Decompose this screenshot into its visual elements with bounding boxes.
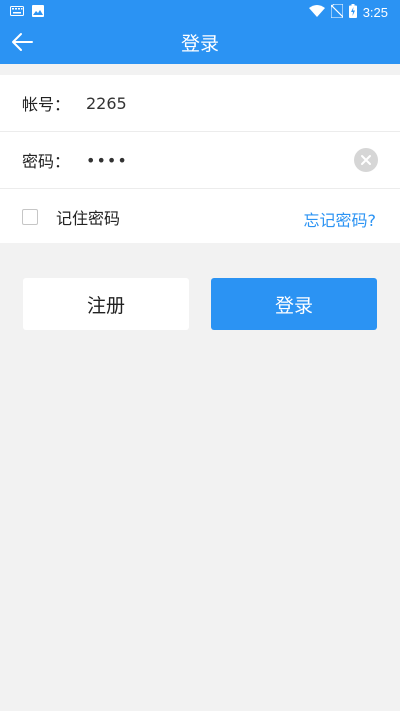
arrow-left-icon — [10, 32, 34, 56]
keyboard-icon — [10, 5, 24, 19]
login-button[interactable]: 登录 — [211, 278, 377, 330]
wifi-icon — [308, 4, 325, 20]
toolbar: 登录 — [0, 24, 400, 64]
account-input[interactable] — [86, 88, 336, 118]
status-time: 3:25 — [362, 4, 388, 20]
clear-password-button[interactable] — [354, 148, 378, 172]
remember-password-checkbox[interactable] — [22, 209, 38, 225]
password-input[interactable] — [86, 145, 336, 175]
image-icon — [32, 4, 44, 20]
account-label: 帐号： — [22, 95, 71, 114]
account-row: 帐号： — [0, 75, 400, 132]
battery-charging-icon — [348, 3, 357, 21]
forgot-password-link[interactable]: 忘记密码? — [304, 207, 377, 231]
password-row: 密码： — [0, 132, 400, 189]
page-title: 登录 — [180, 33, 219, 55]
remember-password-label: 记住密码 — [56, 209, 121, 228]
clear-circle-icon — [360, 151, 372, 170]
status-right-icons: 3:25 — [308, 2, 400, 21]
login-form: 帐号： 密码： 记住密码 忘记密码? — [0, 75, 400, 243]
status-left-icons — [0, 4, 44, 20]
status-bar: 3:25 — [0, 0, 400, 24]
back-button[interactable] — [6, 28, 38, 60]
register-button[interactable]: 注册 — [23, 278, 189, 330]
no-sim-icon — [330, 2, 344, 21]
password-label: 密码： — [22, 152, 71, 171]
remember-row: 记住密码 忘记密码? — [0, 189, 400, 245]
